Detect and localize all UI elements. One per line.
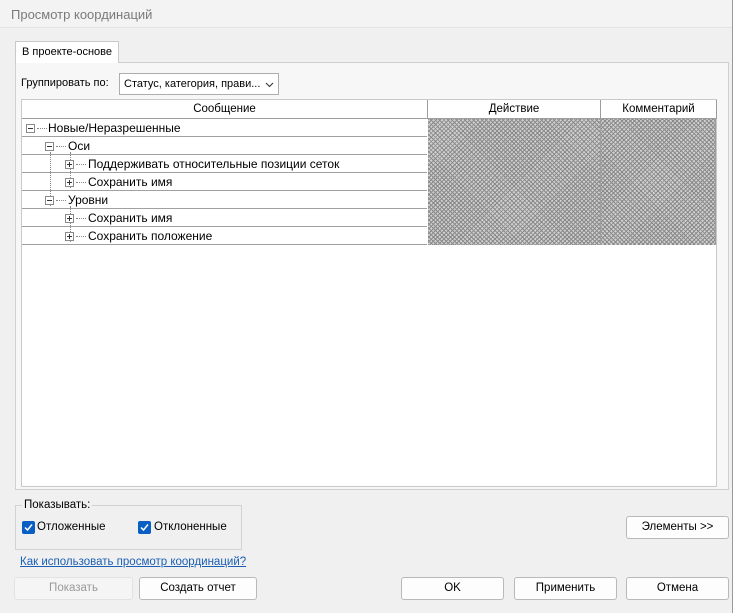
- coordination-grid[interactable]: Сообщение Действие Комментарий Новые/Нер…: [21, 99, 717, 487]
- tree-row[interactable]: Сохранить имя: [22, 209, 427, 227]
- tree-row[interactable]: Оси: [22, 137, 427, 155]
- title-bar: Просмотр координаций: [0, 0, 732, 28]
- tree-row-label: Оси: [68, 139, 91, 153]
- tree-row[interactable]: Сохранить имя: [22, 173, 427, 191]
- group-by-value: Статус, категория, прави...: [124, 78, 261, 90]
- show-button[interactable]: Показать: [14, 577, 133, 600]
- expand-toggle-icon[interactable]: [65, 232, 74, 241]
- expand-toggle-icon[interactable]: [65, 178, 74, 187]
- collapse-toggle-icon[interactable]: [45, 196, 54, 205]
- expand-toggle-icon[interactable]: [65, 214, 74, 223]
- group-by-select[interactable]: Статус, категория, прави...: [119, 73, 279, 95]
- show-filter-label: Показывать:: [22, 499, 93, 511]
- apply-button[interactable]: Применить: [514, 577, 617, 600]
- deferred-label[interactable]: Отложенные: [37, 521, 106, 533]
- column-header-message[interactable]: Сообщение: [22, 100, 428, 119]
- tree-row-label: Новые/Неразрешенные: [48, 121, 181, 135]
- cancel-button[interactable]: Отмена: [626, 577, 729, 600]
- checkmark-icon: [140, 524, 149, 532]
- show-filter-group: Показывать: Отложенные Отклоненные: [15, 499, 242, 550]
- tree-row[interactable]: Новые/Неразрешенные: [22, 119, 427, 137]
- tree-row-label: Уровни: [68, 193, 109, 207]
- deferred-checkbox[interactable]: [22, 521, 35, 534]
- tree-row[interactable]: Уровни: [22, 191, 427, 209]
- action-column-cells: [428, 119, 601, 245]
- tree-row-label: Сохранить имя: [88, 175, 173, 189]
- checkmark-icon: [24, 524, 33, 532]
- collapse-toggle-icon[interactable]: [45, 142, 54, 151]
- tree-row[interactable]: Поддерживать относительные позиции сеток: [22, 155, 427, 173]
- elements-button[interactable]: Элементы >>: [626, 516, 729, 539]
- ok-button[interactable]: OK: [401, 577, 504, 600]
- collapse-toggle-icon[interactable]: [26, 124, 35, 133]
- chevron-down-icon: [265, 82, 274, 88]
- column-header-action[interactable]: Действие: [428, 100, 601, 119]
- tab-host-project[interactable]: В проекте-основе: [15, 41, 119, 63]
- tree-row-label: Сохранить положение: [88, 229, 213, 243]
- tree-row-label: Сохранить имя: [88, 211, 173, 225]
- coordination-review-dialog: Просмотр координаций В проекте-основе Гр…: [0, 0, 733, 613]
- window-title: Просмотр координаций: [11, 7, 153, 22]
- rejected-checkbox[interactable]: [138, 521, 151, 534]
- expand-toggle-icon[interactable]: [65, 160, 74, 169]
- column-header-comment[interactable]: Комментарий: [601, 100, 717, 119]
- comment-column-cells: [601, 119, 716, 245]
- group-by-label: Группировать по:: [21, 77, 109, 89]
- rejected-label[interactable]: Отклоненные: [154, 521, 227, 533]
- create-report-button[interactable]: Создать отчет: [139, 577, 257, 600]
- tree-row[interactable]: Сохранить положение: [22, 227, 427, 245]
- help-link[interactable]: Как использовать просмотр координаций?: [20, 556, 246, 568]
- tree-row-label: Поддерживать относительные позиции сеток: [88, 157, 340, 171]
